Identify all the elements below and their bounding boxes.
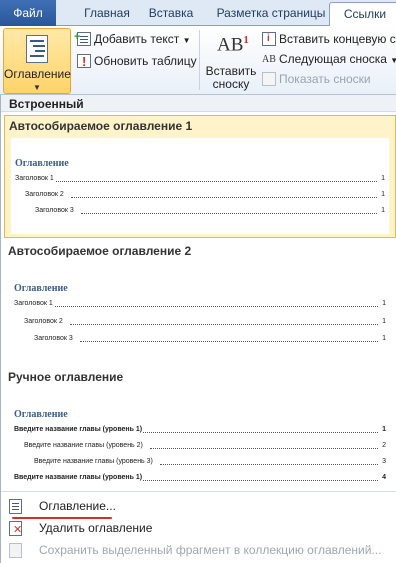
insert-endnote-label: Вставить концевую сно	[279, 32, 396, 46]
endnote-icon	[262, 29, 276, 49]
dropdown-arrow-icon: ▼	[182, 36, 191, 45]
preview-title: Оглавление	[14, 409, 68, 420]
preview-title: Оглавление	[15, 158, 69, 169]
toc-preview: Оглавление Заголовок 11 Заголовок 21 Заг…	[11, 138, 389, 234]
dropdown-arrow-icon: ▼	[33, 83, 41, 92]
preview-row: Введите название главы (уровень 3) 3	[34, 457, 386, 467]
remove-toc-menu-item[interactable]: Удалить оглавление	[1, 517, 396, 541]
toc-button-label: Оглавление	[4, 67, 71, 81]
preview-title: Оглавление	[14, 283, 68, 294]
toc-style-auto-1[interactable]: Автособираемое оглавление 1 Оглавление З…	[4, 115, 396, 238]
insert-endnote-button[interactable]: Вставить концевую сно	[262, 29, 396, 49]
toc-style-auto-2[interactable]: Автособираемое оглавление 2 Оглавление З…	[4, 241, 396, 361]
toc-button[interactable]: Оглавление ▼	[3, 28, 71, 94]
preview-row: Заголовок 21	[24, 317, 386, 327]
tab-home[interactable]: Главная	[74, 0, 140, 26]
preview-row: Заголовок 31	[35, 206, 385, 216]
footnote-icon: AB1	[217, 34, 249, 56]
preview-row: Заголовок 11	[15, 174, 385, 184]
ribbon-tab-bar: Файл Главная Вставка Разметка страницы С…	[0, 0, 396, 27]
remove-toc-label: Удалить оглавление	[39, 521, 153, 535]
update-table-button[interactable]: Обновить таблицу	[77, 51, 197, 72]
add-text-button[interactable]: Добавить текст ▼	[74, 27, 191, 49]
insert-footnote-button[interactable]: AB1 Вставить сноску	[204, 28, 258, 94]
toc-dropdown: Встроенный Автособираемое оглавление 1 О…	[0, 95, 396, 563]
toc-dialog-menu-item[interactable]: Оглавление...	[1, 495, 396, 517]
delete-icon	[9, 519, 22, 541]
toc-style-title: Автособираемое оглавление 2	[8, 244, 192, 258]
preview-row: Заголовок 21	[25, 190, 385, 200]
toc-dialog-label: Оглавление...	[39, 499, 116, 513]
preview-row: Заголовок 11	[14, 299, 386, 309]
ribbon-separator	[199, 30, 200, 90]
menu-separator	[1, 491, 396, 492]
add-text-label: Добавить текст	[94, 32, 180, 46]
toc-preview: Оглавление Введите название главы (урове…	[10, 389, 390, 487]
gallery-header: Встроенный	[1, 95, 396, 112]
toc-style-title: Ручное оглавление	[8, 370, 124, 384]
insert-footnote-label: Вставить сноску	[205, 64, 257, 91]
save-to-gallery-icon	[9, 543, 22, 558]
update-table-label: Обновить таблицу	[94, 54, 197, 68]
next-footnote-icon	[262, 50, 276, 70]
save-selection-label: Сохранить выделенный фрагмент в коллекци…	[39, 543, 382, 557]
show-notes-button[interactable]: Показать сноски	[262, 69, 371, 89]
ribbon-panel: Оглавление ▼ Добавить текст ▼ Обновить т…	[0, 26, 396, 95]
preview-row: Введите название главы (уровень 2) 2	[24, 441, 386, 451]
tab-file[interactable]: Файл	[0, 0, 56, 26]
dropdown-arrow-icon: ▼	[390, 56, 396, 65]
update-table-icon	[77, 52, 91, 72]
save-selection-menu-item[interactable]: Сохранить выделенный фрагмент в коллекци…	[1, 539, 396, 561]
add-text-icon	[74, 27, 91, 47]
toc-style-manual[interactable]: Ручное оглавление Оглавление Введите наз…	[4, 367, 396, 489]
preview-row: Введите название главы (уровень 1) 1	[14, 425, 386, 435]
tab-page-layout[interactable]: Разметка страницы	[208, 0, 334, 26]
tab-references[interactable]: Ссылки	[329, 2, 396, 27]
preview-row: Заголовок 31	[34, 334, 386, 344]
show-notes-icon	[262, 72, 276, 86]
toc-icon	[9, 499, 22, 514]
gallery-header-label: Встроенный	[9, 97, 84, 111]
tab-insert[interactable]: Вставка	[140, 0, 202, 26]
toc-icon	[26, 35, 48, 63]
toc-preview: Оглавление Заголовок 11 Заголовок 21 Заг…	[10, 263, 390, 359]
preview-row: Введите название главы (уровень 1) 4	[14, 473, 386, 483]
show-notes-label: Показать сноски	[279, 72, 371, 86]
toc-style-title: Автособираемое оглавление 1	[9, 119, 193, 133]
next-footnote-button[interactable]: Следующая сноска ▼	[262, 49, 396, 70]
next-footnote-label: Следующая сноска	[279, 52, 387, 66]
